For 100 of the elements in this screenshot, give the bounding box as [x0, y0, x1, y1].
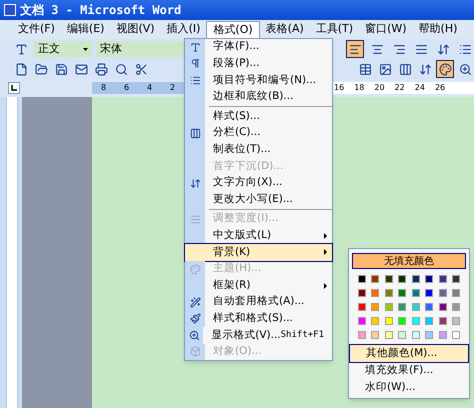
- menu-item[interactable]: 插入(I): [160, 20, 206, 38]
- ruler-number: 20: [374, 82, 385, 94]
- color-swatch[interactable]: [438, 303, 447, 311]
- menu-item[interactable]: 更改大小写(E)...: [185, 191, 332, 208]
- color-swatch[interactable]: [398, 317, 406, 325]
- color-swatch[interactable]: [384, 331, 393, 339]
- color-swatch[interactable]: [438, 331, 447, 339]
- color-swatch[interactable]: [398, 289, 406, 297]
- submenu-arrow-icon: [324, 232, 327, 239]
- color-swatch[interactable]: [358, 275, 366, 283]
- menu-item[interactable]: 制表位(T)...: [185, 142, 332, 158]
- color-swatch[interactable]: [452, 331, 460, 339]
- justify-icon: [414, 42, 428, 56]
- color-swatch[interactable]: [398, 303, 406, 311]
- ruler-number: 2: [170, 82, 176, 94]
- dropdown-arrow-icon: [83, 48, 88, 50]
- cut-icon: [134, 62, 148, 76]
- menu-item[interactable]: 显示格式(V)...Shift+F1: [185, 327, 332, 344]
- menu-item[interactable]: 分栏(C)...: [185, 124, 332, 142]
- color-swatch[interactable]: [452, 275, 460, 283]
- color-swatch[interactable]: [412, 317, 420, 325]
- color-swatch[interactable]: [371, 303, 380, 311]
- menu-item[interactable]: 文件(F): [12, 20, 61, 38]
- menu-item[interactable]: 视图(V): [110, 20, 161, 38]
- color-swatch[interactable]: [438, 275, 447, 283]
- numbering-icon: [458, 42, 472, 56]
- color-swatch[interactable]: [358, 289, 366, 297]
- color-swatch[interactable]: [371, 331, 380, 339]
- menu-item[interactable]: 框架(R): [185, 277, 332, 294]
- align-left-icon: [348, 42, 362, 56]
- color-swatch[interactable]: [371, 317, 380, 325]
- save-icon: [54, 62, 68, 76]
- palette-icon: [438, 62, 452, 76]
- mail-icon: [74, 62, 88, 76]
- color-swatch[interactable]: [358, 331, 366, 339]
- tab-stop-selector[interactable]: [8, 82, 20, 94]
- menu-item[interactable]: 自动套用格式(A)...: [185, 294, 332, 310]
- menu-item-icon: [190, 313, 200, 324]
- menu-item[interactable]: 字体(F)...: [185, 39, 332, 56]
- align-left-button[interactable]: [346, 40, 364, 58]
- menu-item[interactable]: 中文版式(L): [185, 228, 332, 244]
- menu-item-icon: [190, 346, 200, 358]
- color-swatch[interactable]: [412, 331, 420, 339]
- color-swatch[interactable]: [384, 275, 393, 283]
- menu-item[interactable]: 编辑(E): [60, 20, 110, 38]
- color-swatch[interactable]: [412, 303, 420, 311]
- menu-item[interactable]: 背景(K): [185, 244, 332, 261]
- menu-item[interactable]: 边框和底纹(B)...: [185, 88, 332, 106]
- color-swatch[interactable]: [412, 289, 420, 297]
- ruler-number: 22: [394, 82, 405, 94]
- ruler-number: 6: [124, 82, 130, 94]
- menu-item[interactable]: 样式和格式(S)...: [185, 310, 332, 328]
- color-swatch[interactable]: [452, 317, 460, 325]
- color-swatch[interactable]: [425, 317, 434, 325]
- menu-item[interactable]: 填充效果(F)...: [349, 362, 469, 379]
- color-swatch[interactable]: [425, 303, 434, 311]
- menu-item[interactable]: 文字方向(X)...: [185, 174, 332, 192]
- picture-icon: [378, 62, 392, 76]
- submenu-arrow-icon: [324, 249, 327, 256]
- color-swatch[interactable]: [438, 289, 447, 297]
- color-swatch[interactable]: [425, 289, 434, 297]
- color-swatch[interactable]: [452, 303, 460, 311]
- color-swatch[interactable]: [384, 317, 393, 325]
- color-swatch[interactable]: [398, 331, 406, 339]
- menu-item[interactable]: 表格(A): [260, 20, 310, 38]
- color-swatch[interactable]: [384, 289, 393, 297]
- color-swatch[interactable]: [425, 331, 434, 339]
- palette-button[interactable]: [436, 60, 454, 78]
- menu-item-icon: [190, 128, 200, 139]
- menu-item-icon: [190, 178, 200, 189]
- menu-item[interactable]: 水印(W)...: [349, 379, 469, 396]
- color-swatch[interactable]: [398, 275, 406, 283]
- menu-item[interactable]: 其他颜色(M)...: [350, 345, 468, 362]
- no-fill-button[interactable]: 无填充颜色: [352, 253, 466, 269]
- color-swatch[interactable]: [438, 317, 447, 325]
- menu-item[interactable]: 格式(O): [206, 20, 260, 38]
- color-swatch[interactable]: [358, 303, 366, 311]
- columns-icon: [398, 62, 412, 76]
- color-swatch[interactable]: [384, 303, 393, 311]
- color-swatch[interactable]: [371, 289, 380, 297]
- color-swatch[interactable]: [371, 275, 380, 283]
- ruler-number: 18: [354, 82, 364, 94]
- menu-item-icon: [188, 330, 200, 341]
- menu-item[interactable]: 工具(T): [310, 20, 360, 38]
- color-swatch[interactable]: [412, 275, 420, 283]
- line-spacing-icon: [436, 42, 450, 56]
- font-dropdown[interactable]: 宋体: [96, 41, 186, 57]
- color-swatch[interactable]: [358, 317, 366, 325]
- menu-item[interactable]: 段落(P)...: [185, 56, 332, 72]
- color-swatch[interactable]: [452, 289, 460, 297]
- color-swatch[interactable]: [425, 275, 434, 283]
- menu-item-icon: [190, 214, 200, 225]
- ruler-number: 26: [434, 82, 446, 94]
- left-tab-icon: [11, 85, 17, 91]
- menu-item[interactable]: 窗口(W): [359, 20, 413, 38]
- menu-item[interactable]: 项目符号和编号(N)...: [185, 72, 332, 89]
- window-title: 文档 3 - Microsoft Word: [20, 2, 182, 19]
- style-dropdown[interactable]: 正文: [34, 41, 92, 57]
- menu-item[interactable]: 帮助(H): [412, 20, 464, 38]
- menu-item[interactable]: 样式(S)...: [185, 108, 332, 125]
